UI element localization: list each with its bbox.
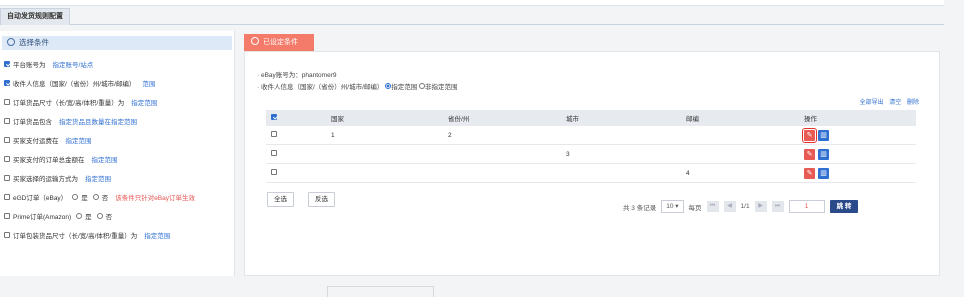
condition-link[interactable]: 指定范围 [144, 230, 170, 240]
condition-row-package: 订单包装货品尺寸（长/宽/高/体积/重量）为 指定范围 [4, 230, 170, 240]
trash-icon[interactable]: ▥ [818, 148, 829, 160]
prev-page-icon[interactable]: ◀ [723, 201, 736, 212]
tab-bar: 自动发货规则配置 [0, 8, 944, 25]
cell-country: 1 [331, 126, 448, 145]
scrollbar[interactable] [948, 0, 964, 276]
select-all-checkbox[interactable] [271, 114, 277, 120]
condition-checkbox[interactable] [4, 137, 10, 143]
cell-zip [686, 126, 804, 145]
prime-yes-radio[interactable] [76, 213, 83, 219]
col-actions: 操作 [804, 110, 916, 126]
col-zip: 邮编 [686, 110, 804, 126]
edit-icon[interactable]: ✎ [804, 148, 815, 160]
condition-header: 选择条件 [2, 36, 232, 50]
egd-yes-radio[interactable] [72, 194, 79, 200]
configured-conditions: 已设定条件 · eBay账号为：phantomer9 · 收件人信息（国家/（省… [244, 31, 940, 297]
condition-checkbox[interactable] [4, 194, 10, 200]
condition-checkbox[interactable] [4, 175, 10, 181]
condition-row-prime: Prime订单(Amazon) 是 否 [4, 211, 112, 221]
condition-checkbox[interactable] [4, 232, 10, 238]
condition-row-account: 平台账号为 指定账号/站点 [4, 59, 93, 69]
condition-row-shipping-method: 买家选择的运输方式为 指定范围 [4, 173, 111, 183]
col-province: 省份/州 [448, 110, 566, 126]
condition-checkbox[interactable] [4, 156, 10, 162]
clear-link[interactable]: 清空 [889, 100, 901, 106]
condition-link[interactable]: 指定账号/站点 [53, 59, 94, 69]
first-page-icon[interactable]: ⏮ [706, 201, 719, 212]
per-page-select[interactable]: 10 ▾ [661, 200, 684, 213]
prime-no-radio[interactable] [96, 213, 103, 219]
cell-zip: 4 [686, 163, 804, 183]
per-page-label: 每页 [688, 204, 702, 212]
condition-row-shipping-fee: 买家支付运费在 指定范围 [4, 135, 92, 145]
condition-link[interactable]: 指定货品且数量在指定范围 [59, 116, 137, 126]
cell-province [448, 163, 566, 183]
next-page-icon[interactable]: ▶ [754, 201, 767, 212]
delete-link[interactable]: 删除 [907, 100, 919, 106]
condition-row-items: 订单货品包含 指定货品且数量在指定范围 [4, 116, 137, 126]
condition-row-recipient: 收件人信息（国家/（省份）州/城市/邮编） 范围 [4, 78, 155, 88]
edit-icon[interactable]: ✎ [802, 127, 817, 143]
range-table: 国家 省份/州 城市 邮编 操作 1 2 ✎ ▥ 3 ✎ ▥ 4 ✎ ▥ [266, 110, 916, 183]
trash-icon[interactable]: ▥ [818, 129, 829, 141]
row-checkbox[interactable] [271, 169, 277, 175]
col-country: 国家 [331, 110, 448, 126]
total-records: 共 3 条记录 [623, 204, 657, 212]
circle-icon [7, 38, 15, 46]
egd-no-radio[interactable] [92, 194, 99, 200]
condition-checkbox[interactable] [4, 99, 10, 105]
egd-warning: 该条件只针对eBay订单生效 [115, 195, 196, 202]
condition-summary-account: · eBay账号为：phantomer9 [257, 72, 337, 79]
cell-city [566, 163, 686, 183]
table-row: 3 ✎ ▥ [266, 144, 916, 164]
condition-row-total: 买家支付的订单总金额在 指定范围 [4, 154, 118, 164]
go-button[interactable]: 跳 转 [829, 200, 859, 213]
pagination: 共 3 条记录 10 ▾ 每页 ⏮ ◀ 1/1 ▶ ⏭ 1 跳 转 [623, 200, 859, 213]
edit-icon[interactable]: ✎ [804, 167, 815, 179]
page-input[interactable]: 1 [788, 200, 825, 213]
row-checkbox[interactable] [271, 131, 277, 137]
invert-selection-button[interactable]: 反选 [308, 192, 335, 207]
condition-link[interactable]: 指定范围 [85, 173, 111, 183]
tab-auto-ship-rules[interactable]: 自动发货规则配置 [0, 8, 70, 25]
cell-zip [686, 144, 804, 164]
table-actions: 全部导出 清空 删除 [856, 97, 919, 106]
condition-link[interactable]: 指定范围 [131, 97, 157, 107]
top-strip [0, 0, 944, 6]
circle-icon [251, 37, 259, 45]
export-all-link[interactable]: 全部导出 [860, 100, 884, 106]
condition-panel: 选择条件 平台账号为 指定账号/站点 收件人信息（国家/（省份）州/城市/邮编）… [0, 31, 235, 276]
condition-link[interactable]: 指定范围 [92, 154, 118, 164]
condition-checkbox[interactable] [4, 213, 10, 219]
row-checkbox[interactable] [271, 150, 277, 156]
condition-checkbox[interactable] [4, 118, 10, 124]
condition-summary-recipient: · 收件人信息（国家/（省份）州/城市/邮编） 指定范围 非指定范围 [257, 83, 458, 91]
cell-province: 2 [448, 126, 566, 145]
cell-city [566, 126, 686, 145]
cell-city: 3 [566, 144, 686, 164]
col-city: 城市 [566, 110, 686, 126]
tab-configured-conditions[interactable]: 已设定条件 [244, 34, 314, 51]
cell-country [331, 144, 448, 164]
select-all-button[interactable]: 全选 [267, 192, 294, 207]
condition-checkbox[interactable] [4, 80, 10, 86]
trash-icon[interactable]: ▥ [818, 167, 829, 179]
condition-row-egd: eGD订单（eBay） 是 否 该条件只针对eBay订单生效 [4, 192, 195, 202]
condition-row-size: 订单货品尺寸（长/宽/高/体积/重量）为 指定范围 [4, 97, 157, 107]
page-info: 1/1 [740, 203, 750, 210]
partial-input[interactable] [327, 286, 434, 297]
condition-link[interactable]: 指定范围 [66, 135, 92, 145]
conditions-panel: · eBay账号为：phantomer9 · 收件人信息（国家/（省份）州/城市… [244, 51, 940, 297]
cell-country [331, 163, 448, 183]
table-row: 4 ✎ ▥ [266, 163, 916, 183]
table-row: 1 2 ✎ ▥ [266, 126, 916, 145]
table-header: 国家 省份/州 城市 邮编 操作 [266, 110, 916, 126]
condition-checkbox[interactable] [4, 61, 10, 67]
last-page-icon[interactable]: ⏭ [771, 201, 784, 212]
condition-link[interactable]: 范围 [142, 78, 155, 88]
cell-province [448, 144, 566, 164]
